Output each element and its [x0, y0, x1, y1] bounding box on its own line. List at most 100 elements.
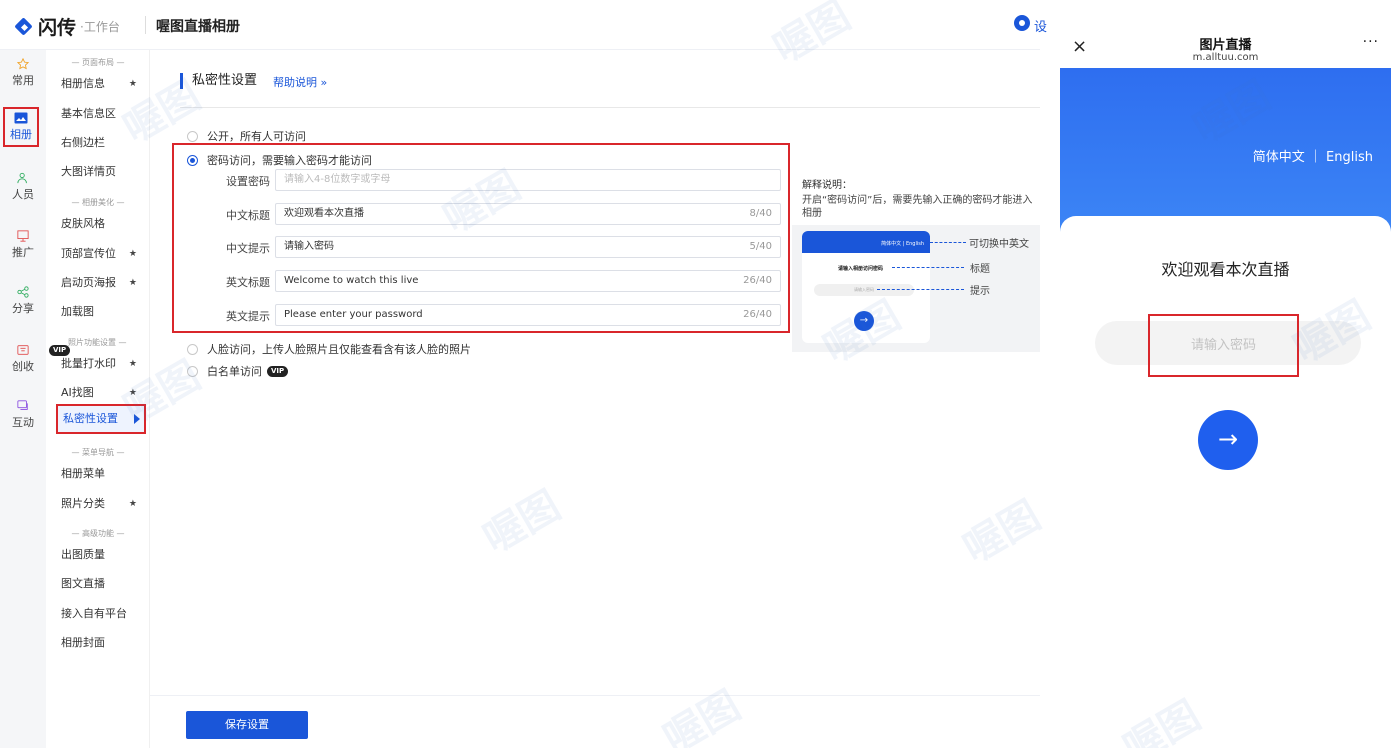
nav-item-interact[interactable]: 互动 — [0, 400, 46, 430]
radio-label: 密码访问，需要输入密码才能访问 — [207, 154, 372, 167]
radio-label: 白名单访问 — [207, 365, 262, 378]
privacy-settings-panel: 私密性设置 帮助说明 » 公开，所有人可访问 密码访问，需要输入密码才能访问 设… — [150, 50, 1040, 748]
mini-input: 请输入密码 — [814, 284, 914, 296]
nav-item-promote[interactable]: 推广 — [0, 230, 46, 260]
submenu-item-basic-info[interactable]: 基本信息区 — [61, 104, 143, 124]
radio-public[interactable]: 公开，所有人可访问 — [187, 128, 306, 144]
submenu-item-detail-page[interactable]: 大图详情页 — [61, 162, 143, 182]
en-title-input[interactable]: Welcome to watch this live — [275, 270, 781, 292]
arrow-right-icon[interactable]: → — [1198, 410, 1258, 470]
highlight-box — [1148, 314, 1299, 377]
submenu-item-watermark[interactable]: 批量打水印 ★ — [61, 354, 143, 374]
header-divider — [145, 16, 146, 34]
radio-label: 公开，所有人可访问 — [207, 130, 306, 143]
nav-label: 创收 — [12, 360, 34, 373]
field-cn-title: 中文标题 欢迎观看本次直播 8/40 — [174, 203, 784, 225]
callout-line — [877, 289, 964, 290]
nav-label: 推广 — [12, 246, 34, 259]
cn-hint-input[interactable]: 请输入密码 — [275, 236, 781, 258]
submenu-group-title: 照片功能设置 — — [68, 338, 127, 347]
section-title: 私密性设置 — [180, 73, 257, 89]
submenu-item-sidebar[interactable]: 右侧边栏 — [61, 133, 143, 153]
en-hint-input[interactable]: Please enter your password — [275, 304, 781, 326]
submenu-item-album-menu[interactable]: 相册菜单 — [61, 464, 143, 484]
submenu-group-title: — 相册美化 — — [71, 198, 125, 207]
divider — [180, 107, 1040, 108]
brand-logo-icon — [14, 17, 34, 37]
app-root: 闪传 ·工作台 喔图直播相册 设 常用 相册 人员 推广 分享 创收 互动 — … — [0, 0, 1391, 748]
callout-lang: 可切换中英文 — [969, 239, 1029, 250]
album-submenu: — 页面布局 — 相册信息 ★ 基本信息区 右侧边栏 大图详情页 — 相册美化 —… — [46, 50, 150, 748]
submenu-item-privacy[interactable]: 私密性设置 — [56, 404, 146, 434]
top-bar: 闪传 ·工作台 喔图直播相册 设 — [0, 0, 1047, 50]
save-button[interactable]: 保存设置 — [186, 711, 308, 739]
star-icon: ★ — [128, 388, 137, 398]
footer-divider — [150, 695, 1040, 696]
submenu-item-label: 相册信息 — [61, 77, 105, 90]
nav-item-favorites[interactable]: 常用 — [0, 58, 46, 88]
nav-item-revenue[interactable]: 创收 — [0, 344, 46, 374]
album-icon — [14, 112, 28, 124]
submenu-item-label: 图文直播 — [61, 577, 105, 590]
arrow-right-icon: → — [854, 311, 874, 331]
submenu-item-text-live[interactable]: 图文直播 — [61, 574, 143, 594]
nav-item-album[interactable]: 相册 — [3, 107, 39, 147]
field-set-password: 设置密码 请输入4-8位数字或字母 — [174, 169, 784, 191]
language-switch[interactable]: 简体中文 ｜ English — [1060, 146, 1391, 165]
mobile-topbar: × 图片直播 m.alltuu.com ··· — [1060, 26, 1391, 68]
submenu-group-title: — 高级功能 — — [71, 529, 125, 538]
cn-title-input[interactable]: 欢迎观看本次直播 — [275, 203, 781, 225]
submenu-item-label: 出图质量 — [61, 548, 105, 561]
submenu-group-title: — 菜单导航 — — [71, 448, 125, 457]
nav-label: 人员 — [12, 188, 34, 201]
radio-circle — [187, 343, 198, 355]
submenu-item-label: 批量打水印 — [61, 357, 116, 370]
submenu-item-output-quality[interactable]: 出图质量 — [61, 545, 143, 565]
star-icon: ★ — [128, 499, 137, 509]
submenu-item-own-platform[interactable]: 接入自有平台 — [61, 604, 143, 624]
submenu-item-label: 右侧边栏 — [61, 136, 105, 149]
submenu-item-top-banner[interactable]: 顶部宣传位 ★ — [61, 244, 143, 264]
caret-right-icon — [134, 414, 140, 424]
page-title: 喔图直播相册 — [156, 19, 240, 35]
password-input[interactable]: 请输入4-8位数字或字母 — [275, 169, 781, 191]
radio-label: 人脸访问，上传人脸照片且仅能查看含有该人脸的照片 — [207, 343, 471, 356]
gear-icon[interactable] — [1014, 15, 1030, 31]
nav-label: 分享 — [12, 302, 34, 315]
submenu-item-label: 加载图 — [61, 305, 94, 318]
chat-icon — [17, 400, 28, 410]
help-link[interactable]: 帮助说明 » — [273, 74, 327, 90]
submenu-item-album-info[interactable]: 相册信息 ★ — [61, 74, 143, 94]
submenu-item-label: 相册菜单 — [61, 467, 105, 480]
wallet-icon — [17, 345, 29, 355]
field-en-hint: 英文提示 Please enter your password 26/40 — [174, 304, 784, 326]
mobile-heading: 欢迎观看本次直播 — [1161, 260, 1290, 279]
submenu-item-skin[interactable]: 皮肤风格 — [61, 214, 143, 234]
submenu-item-label: 接入自有平台 — [61, 607, 127, 620]
settings-link[interactable]: 设 — [1034, 16, 1047, 35]
char-count: 5/40 — [749, 241, 772, 252]
monitor-icon — [17, 230, 29, 242]
password-options-box: 密码访问，需要输入密码才能访问 设置密码 请输入4-8位数字或字母 中文标题 欢… — [172, 143, 790, 333]
nav-item-people[interactable]: 人员 — [0, 172, 46, 202]
brand-logo[interactable]: 闪传 ·工作台 — [14, 13, 120, 40]
radio-password[interactable]: 密码访问，需要输入密码才能访问 — [187, 152, 372, 168]
mini-lang-switch: 简体中文 | English — [802, 231, 930, 253]
char-count: 8/40 — [749, 208, 772, 219]
share-icon — [17, 286, 29, 298]
brand-subtitle: ·工作台 — [80, 20, 120, 34]
nav-item-share[interactable]: 分享 — [0, 286, 46, 316]
submenu-item-photo-category[interactable]: 照片分类 ★ — [61, 494, 143, 514]
submenu-item-label: 相册封面 — [61, 636, 105, 649]
submenu-item-album-cover[interactable]: 相册封面 — [61, 633, 143, 653]
callout-title: 标题 — [970, 264, 990, 275]
submenu-item-loading-image[interactable]: 加载图 — [61, 302, 143, 322]
submenu-item-label: 私密性设置 — [63, 412, 118, 425]
radio-circle — [187, 130, 198, 142]
submenu-item-ai-search[interactable]: AI找图 ★ — [61, 383, 143, 403]
radio-face[interactable]: 人脸访问，上传人脸照片且仅能查看含有该人脸的照片 — [187, 341, 471, 357]
radio-whitelist[interactable]: 白名单访问 VIP — [187, 363, 289, 379]
submenu-group-title: — 页面布局 — — [71, 58, 125, 67]
submenu-item-launch-poster[interactable]: 启动页海报 ★ — [61, 273, 143, 293]
more-icon[interactable]: ··· — [1363, 34, 1379, 50]
